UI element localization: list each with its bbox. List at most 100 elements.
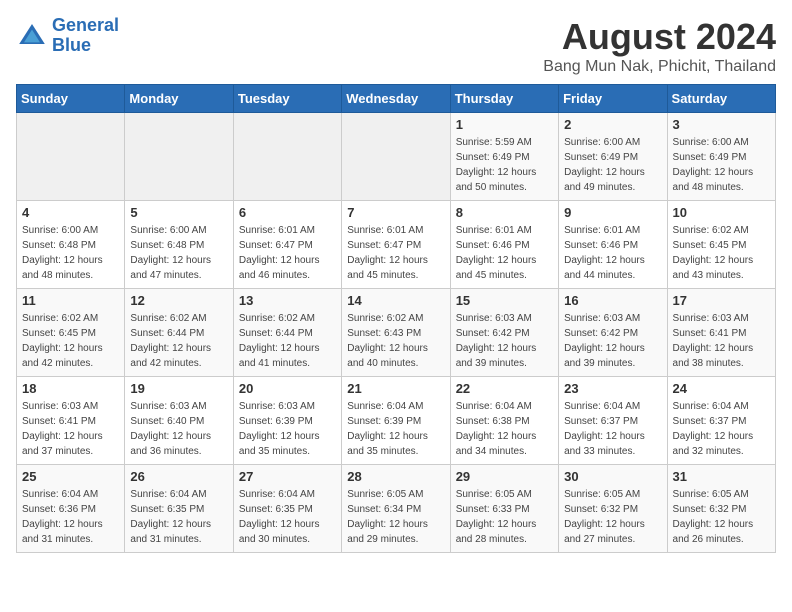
day-number: 22 <box>456 381 553 396</box>
day-number: 17 <box>673 293 770 308</box>
day-info: Sunrise: 6:03 AM Sunset: 6:39 PM Dayligh… <box>239 399 336 459</box>
header-monday: Monday <box>125 85 233 113</box>
day-info: Sunrise: 6:02 AM Sunset: 6:44 PM Dayligh… <box>239 311 336 371</box>
calendar-cell-w4-d2: 20 Sunrise: 6:03 AM Sunset: 6:39 PM Dayli… <box>233 377 341 465</box>
day-number: 21 <box>347 381 444 396</box>
calendar-week-4: 18 Sunrise: 6:03 AM Sunset: 6:41 PM Dayli… <box>17 377 776 465</box>
day-info: Sunrise: 6:00 AM Sunset: 6:48 PM Dayligh… <box>22 223 119 283</box>
logo: General Blue <box>16 16 119 56</box>
day-number: 24 <box>673 381 770 396</box>
day-number: 18 <box>22 381 119 396</box>
calendar-cell-w2-d0: 4Sunrise: 6:00 AM Sunset: 6:48 PM Daylig… <box>17 201 125 289</box>
calendar-header-row: Sunday Monday Tuesday Wednesday Thursday… <box>17 85 776 113</box>
day-number: 31 <box>673 469 770 484</box>
day-number: 1 <box>456 117 553 132</box>
logo-line1: General <box>52 15 119 35</box>
logo-text: General Blue <box>52 16 119 56</box>
day-info: Sunrise: 6:01 AM Sunset: 6:47 PM Dayligh… <box>347 223 444 283</box>
calendar-cell-w1-d4: 1 Sunrise: 5:59 AM Sunset: 6:49 PM Daylig… <box>450 113 558 201</box>
day-number: 16 <box>564 293 661 308</box>
day-info: Sunrise: 6:02 AM Sunset: 6:43 PM Dayligh… <box>347 311 444 371</box>
day-number: 11 <box>22 293 119 308</box>
day-number: 2 <box>564 117 661 132</box>
calendar-cell-w2-d2: 6Sunrise: 6:01 AM Sunset: 6:47 PM Daylig… <box>233 201 341 289</box>
day-info: Sunrise: 6:03 AM Sunset: 6:40 PM Dayligh… <box>130 399 227 459</box>
day-number: 9 <box>564 205 661 220</box>
day-number: 30 <box>564 469 661 484</box>
day-info: Sunrise: 6:05 AM Sunset: 6:34 PM Dayligh… <box>347 487 444 547</box>
day-info: Sunrise: 6:04 AM Sunset: 6:37 PM Dayligh… <box>673 399 770 459</box>
day-info: Sunrise: 6:02 AM Sunset: 6:45 PM Dayligh… <box>673 223 770 283</box>
calendar-cell-w4-d5: 23 Sunrise: 6:04 AM Sunset: 6:37 PM Dayli… <box>559 377 667 465</box>
calendar-cell-w5-d1: 26Sunrise: 6:04 AM Sunset: 6:35 PM Dayli… <box>125 465 233 553</box>
day-info: Sunrise: 6:04 AM Sunset: 6:36 PM Dayligh… <box>22 487 119 547</box>
calendar-cell-w2-d5: 9Sunrise: 6:01 AM Sunset: 6:46 PM Daylig… <box>559 201 667 289</box>
day-number: 14 <box>347 293 444 308</box>
day-number: 20 <box>239 381 336 396</box>
day-info: Sunrise: 6:00 AM Sunset: 6:49 PM Dayligh… <box>564 135 661 195</box>
calendar-cell-w5-d3: 28 Sunrise: 6:05 AM Sunset: 6:34 PM Dayli… <box>342 465 450 553</box>
calendar-cell-w3-d6: 17Sunrise: 6:03 AM Sunset: 6:41 PM Dayli… <box>667 289 775 377</box>
calendar-cell-w1-d1 <box>125 113 233 201</box>
calendar-cell-w1-d3 <box>342 113 450 201</box>
title-block: August 2024 Bang Mun Nak, Phichit, Thail… <box>543 16 776 76</box>
header-tuesday: Tuesday <box>233 85 341 113</box>
calendar-cell-w3-d2: 13Sunrise: 6:02 AM Sunset: 6:44 PM Dayli… <box>233 289 341 377</box>
day-number: 15 <box>456 293 553 308</box>
calendar-cell-w5-d2: 27Sunrise: 6:04 AM Sunset: 6:35 PM Dayli… <box>233 465 341 553</box>
calendar-week-5: 25Sunrise: 6:04 AM Sunset: 6:36 PM Dayli… <box>17 465 776 553</box>
logo-icon <box>16 20 48 52</box>
calendar-cell-w5-d5: 30 Sunrise: 6:05 AM Sunset: 6:32 PM Dayli… <box>559 465 667 553</box>
calendar-cell-w4-d4: 22 Sunrise: 6:04 AM Sunset: 6:38 PM Dayli… <box>450 377 558 465</box>
day-info: Sunrise: 6:04 AM Sunset: 6:37 PM Dayligh… <box>564 399 661 459</box>
day-number: 3 <box>673 117 770 132</box>
calendar-cell-w1-d2 <box>233 113 341 201</box>
day-info: Sunrise: 6:04 AM Sunset: 6:38 PM Dayligh… <box>456 399 553 459</box>
calendar-subtitle: Bang Mun Nak, Phichit, Thailand <box>543 58 776 76</box>
calendar-cell-w2-d6: 10Sunrise: 6:02 AM Sunset: 6:45 PM Dayli… <box>667 201 775 289</box>
day-info: Sunrise: 6:00 AM Sunset: 6:49 PM Dayligh… <box>673 135 770 195</box>
day-info: Sunrise: 6:03 AM Sunset: 6:42 PM Dayligh… <box>456 311 553 371</box>
calendar-cell-w1-d0 <box>17 113 125 201</box>
calendar-cell-w3-d4: 15 Sunrise: 6:03 AM Sunset: 6:42 PM Dayli… <box>450 289 558 377</box>
calendar-cell-w3-d5: 16 Sunrise: 6:03 AM Sunset: 6:42 PM Dayli… <box>559 289 667 377</box>
header-friday: Friday <box>559 85 667 113</box>
calendar-week-3: 11Sunrise: 6:02 AM Sunset: 6:45 PM Dayli… <box>17 289 776 377</box>
header-thursday: Thursday <box>450 85 558 113</box>
day-info: Sunrise: 6:03 AM Sunset: 6:42 PM Dayligh… <box>564 311 661 371</box>
calendar-cell-w5-d0: 25Sunrise: 6:04 AM Sunset: 6:36 PM Dayli… <box>17 465 125 553</box>
calendar-week-2: 4Sunrise: 6:00 AM Sunset: 6:48 PM Daylig… <box>17 201 776 289</box>
day-number: 7 <box>347 205 444 220</box>
calendar-cell-w2-d1: 5Sunrise: 6:00 AM Sunset: 6:48 PM Daylig… <box>125 201 233 289</box>
calendar-table: Sunday Monday Tuesday Wednesday Thursday… <box>16 84 776 553</box>
day-info: Sunrise: 6:01 AM Sunset: 6:46 PM Dayligh… <box>456 223 553 283</box>
day-number: 23 <box>564 381 661 396</box>
day-number: 29 <box>456 469 553 484</box>
day-number: 12 <box>130 293 227 308</box>
day-number: 28 <box>347 469 444 484</box>
logo-line2: Blue <box>52 35 91 55</box>
day-info: Sunrise: 6:05 AM Sunset: 6:32 PM Dayligh… <box>564 487 661 547</box>
calendar-cell-w2-d3: 7 Sunrise: 6:01 AM Sunset: 6:47 PM Daylig… <box>342 201 450 289</box>
day-info: Sunrise: 6:04 AM Sunset: 6:35 PM Dayligh… <box>130 487 227 547</box>
calendar-cell-w3-d0: 11Sunrise: 6:02 AM Sunset: 6:45 PM Dayli… <box>17 289 125 377</box>
calendar-cell-w4-d1: 19Sunrise: 6:03 AM Sunset: 6:40 PM Dayli… <box>125 377 233 465</box>
day-info: Sunrise: 6:00 AM Sunset: 6:48 PM Dayligh… <box>130 223 227 283</box>
day-info: Sunrise: 6:05 AM Sunset: 6:32 PM Dayligh… <box>673 487 770 547</box>
day-number: 8 <box>456 205 553 220</box>
day-info: Sunrise: 6:01 AM Sunset: 6:47 PM Dayligh… <box>239 223 336 283</box>
calendar-cell-w5-d4: 29Sunrise: 6:05 AM Sunset: 6:33 PM Dayli… <box>450 465 558 553</box>
header-sunday: Sunday <box>17 85 125 113</box>
calendar-cell-w2-d4: 8 Sunrise: 6:01 AM Sunset: 6:46 PM Daylig… <box>450 201 558 289</box>
day-info: Sunrise: 6:03 AM Sunset: 6:41 PM Dayligh… <box>22 399 119 459</box>
day-info: Sunrise: 5:59 AM Sunset: 6:49 PM Dayligh… <box>456 135 553 195</box>
day-info: Sunrise: 6:04 AM Sunset: 6:35 PM Dayligh… <box>239 487 336 547</box>
calendar-cell-w3-d1: 12Sunrise: 6:02 AM Sunset: 6:44 PM Dayli… <box>125 289 233 377</box>
calendar-title: August 2024 <box>543 16 776 58</box>
page-header: General Blue August 2024 Bang Mun Nak, P… <box>16 16 776 76</box>
calendar-cell-w4-d0: 18 Sunrise: 6:03 AM Sunset: 6:41 PM Dayli… <box>17 377 125 465</box>
calendar-cell-w4-d6: 24 Sunrise: 6:04 AM Sunset: 6:37 PM Dayli… <box>667 377 775 465</box>
calendar-cell-w4-d3: 21Sunrise: 6:04 AM Sunset: 6:39 PM Dayli… <box>342 377 450 465</box>
calendar-cell-w5-d6: 31 Sunrise: 6:05 AM Sunset: 6:32 PM Dayli… <box>667 465 775 553</box>
header-saturday: Saturday <box>667 85 775 113</box>
